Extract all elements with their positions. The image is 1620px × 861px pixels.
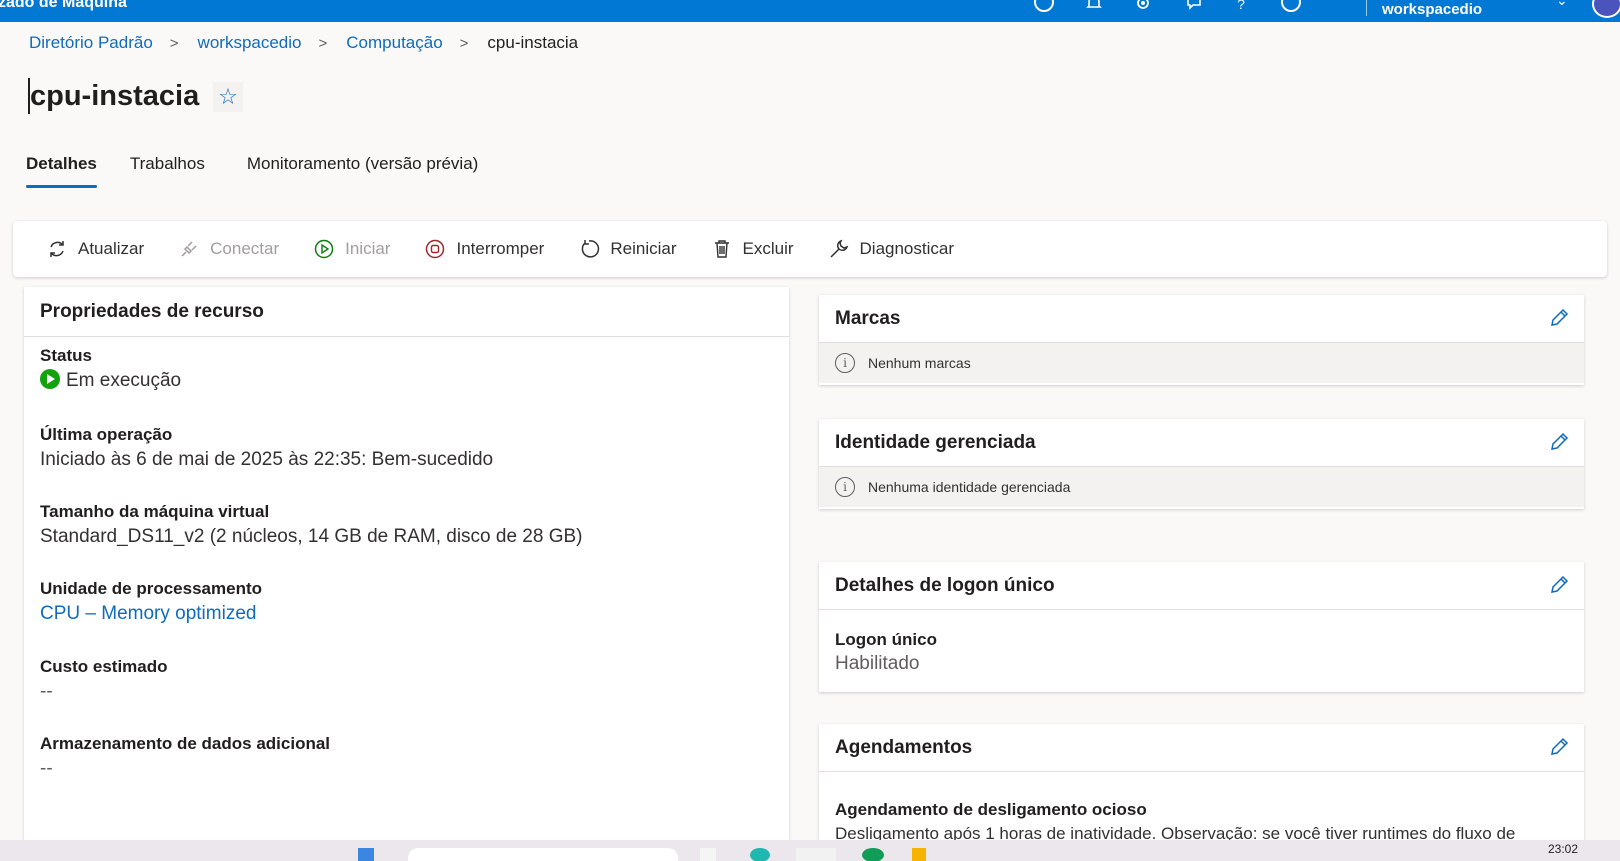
processing-unit-property: Unidade de processamento CPU – Memory op… <box>40 578 262 627</box>
app-title: zado de Máquina <box>0 0 127 11</box>
info-icon: i <box>835 353 855 373</box>
taskbar-clock: 23:02 <box>1548 842 1579 856</box>
tags-title: Marcas <box>835 307 901 329</box>
tab-bar: Detalhes Trabalhos Monitoramento (versão… <box>26 154 478 188</box>
connect-button[interactable]: Conectar <box>178 238 279 260</box>
tags-empty-message: Nenhum marcas <box>868 355 971 371</box>
managed-identity-empty-message: Nenhuma identidade gerenciada <box>868 479 1071 495</box>
edit-pencil-icon[interactable] <box>1548 574 1570 596</box>
stop-label: Interromper <box>456 239 545 258</box>
breadcrumb-item-workspace[interactable]: workspacedio <box>198 33 302 53</box>
top-bar: zado de Máquina ? workspacedio ⌄ <box>0 0 1620 22</box>
vm-size-label: Tamanho da máquina virtual <box>40 502 270 521</box>
feedback-icon[interactable] <box>1184 0 1204 14</box>
wrench-icon <box>828 238 850 260</box>
additional-storage-property: Armazenamento de dados adicional -- <box>40 733 330 782</box>
chevron-right-icon: > <box>459 34 469 52</box>
chevron-right-icon: > <box>169 34 179 52</box>
resource-properties-card: Propriedades de recurso Status Em execuç… <box>24 287 789 861</box>
delete-button[interactable]: Excluir <box>711 238 794 260</box>
chevron-right-icon: > <box>318 34 328 52</box>
edit-pencil-icon[interactable] <box>1548 431 1570 453</box>
status-property: Status Em execução <box>40 345 181 394</box>
breadcrumb-item-compute[interactable]: Computação <box>346 33 442 53</box>
command-bar: Atualizar Conectar Iniciar Interromper R… <box>13 221 1607 277</box>
breadcrumb-current: cpu-instacia <box>487 33 579 52</box>
browser-icon[interactable] <box>796 848 836 861</box>
managed-identity-title: Identidade gerenciada <box>835 431 1036 453</box>
app-icon[interactable] <box>862 848 884 861</box>
tab-monitoring[interactable]: Monitoramento (versão prévia) <box>247 154 478 188</box>
status-value: Em execução <box>66 370 182 391</box>
chevron-down-icon[interactable]: ⌄ <box>1556 0 1568 9</box>
windows-start-icon[interactable] <box>358 848 374 861</box>
bell-icon[interactable] <box>1084 0 1104 14</box>
stop-button[interactable]: Interromper <box>424 238 544 260</box>
info-icon: i <box>835 477 855 497</box>
vm-size-property: Tamanho da máquina virtual Standard_DS11… <box>40 501 583 550</box>
start-label: Iniciar <box>345 239 391 258</box>
restart-icon <box>578 238 600 260</box>
refresh-button[interactable]: Atualizar <box>46 238 144 260</box>
edit-pencil-icon[interactable] <box>1548 307 1570 329</box>
managed-identity-card: Identidade gerenciada i Nenhuma identida… <box>819 419 1584 509</box>
help-circle-icon[interactable] <box>1034 0 1054 12</box>
play-icon <box>313 238 335 260</box>
start-button[interactable]: Iniciar <box>313 238 390 260</box>
estimated-cost-property: Custo estimado -- <box>40 656 168 705</box>
smiley-icon[interactable] <box>1281 0 1301 12</box>
restart-label: Reiniciar <box>610 239 677 258</box>
sso-details-card: Detalhes de logon único Logon único Habi… <box>819 562 1584 692</box>
sso-details-title: Detalhes de logon único <box>835 574 1055 596</box>
additional-storage-value: -- <box>40 758 53 779</box>
last-operation-value: Iniciado às 6 de mai de 2025 às 22:35: B… <box>40 449 494 470</box>
schedules-title: Agendamentos <box>835 736 973 758</box>
additional-storage-label: Armazenamento de dados adicional <box>40 734 331 753</box>
page-title: cpu-instacia <box>28 78 200 114</box>
trash-icon <box>711 238 733 260</box>
app-icon[interactable] <box>750 848 770 861</box>
sso-value: Habilitado <box>835 653 920 674</box>
stop-icon <box>424 238 446 260</box>
status-label: Status <box>40 346 92 365</box>
workspace-name[interactable]: workspacedio <box>1382 1 1482 18</box>
breadcrumb-item-default-directory[interactable]: Diretório Padrão <box>29 33 153 53</box>
gear-icon[interactable] <box>1133 0 1153 14</box>
os-taskbar: 23:02 <box>0 840 1620 861</box>
favorite-star-icon[interactable]: ☆ <box>213 82 243 112</box>
sso-label: Logon único <box>835 630 937 649</box>
breadcrumb: Diretório Padrão > workspacedio > Comput… <box>29 33 578 53</box>
refresh-label: Atualizar <box>78 239 145 258</box>
app-icon[interactable] <box>912 848 926 861</box>
diagnose-label: Diagnosticar <box>859 239 955 258</box>
processing-unit-link[interactable]: CPU – Memory optimized <box>40 601 262 627</box>
estimated-cost-label: Custo estimado <box>40 657 168 676</box>
resource-properties-title: Propriedades de recurso <box>24 287 789 337</box>
tab-jobs[interactable]: Trabalhos <box>130 154 205 188</box>
last-operation-label: Última operação <box>40 425 173 444</box>
connect-label: Conectar <box>210 239 280 258</box>
idle-shutdown-label: Agendamento de desligamento ocioso <box>835 800 1147 819</box>
restart-button[interactable]: Reiniciar <box>578 238 677 260</box>
refresh-icon <box>46 238 68 260</box>
taskbar-search-box[interactable] <box>408 848 678 861</box>
estimated-cost-value: -- <box>40 681 53 702</box>
delete-label: Excluir <box>742 239 794 258</box>
tags-card: Marcas i Nenhum marcas <box>819 295 1584 385</box>
vm-size-value: Standard_DS11_v2 (2 núcleos, 14 GB de RA… <box>40 526 583 547</box>
avatar[interactable] <box>1592 0 1620 18</box>
question-icon[interactable]: ? <box>1231 0 1251 14</box>
last-operation-property: Última operação Iniciado às 6 de mai de … <box>40 424 493 473</box>
plug-icon <box>178 238 200 260</box>
edit-pencil-icon[interactable] <box>1548 736 1570 758</box>
file-icon[interactable] <box>700 848 716 861</box>
topbar-divider <box>1366 0 1367 16</box>
diagnose-button[interactable]: Diagnosticar <box>828 238 955 260</box>
running-status-icon <box>40 369 60 389</box>
tab-details[interactable]: Detalhes <box>26 154 97 188</box>
processing-unit-label: Unidade de processamento <box>40 579 263 598</box>
